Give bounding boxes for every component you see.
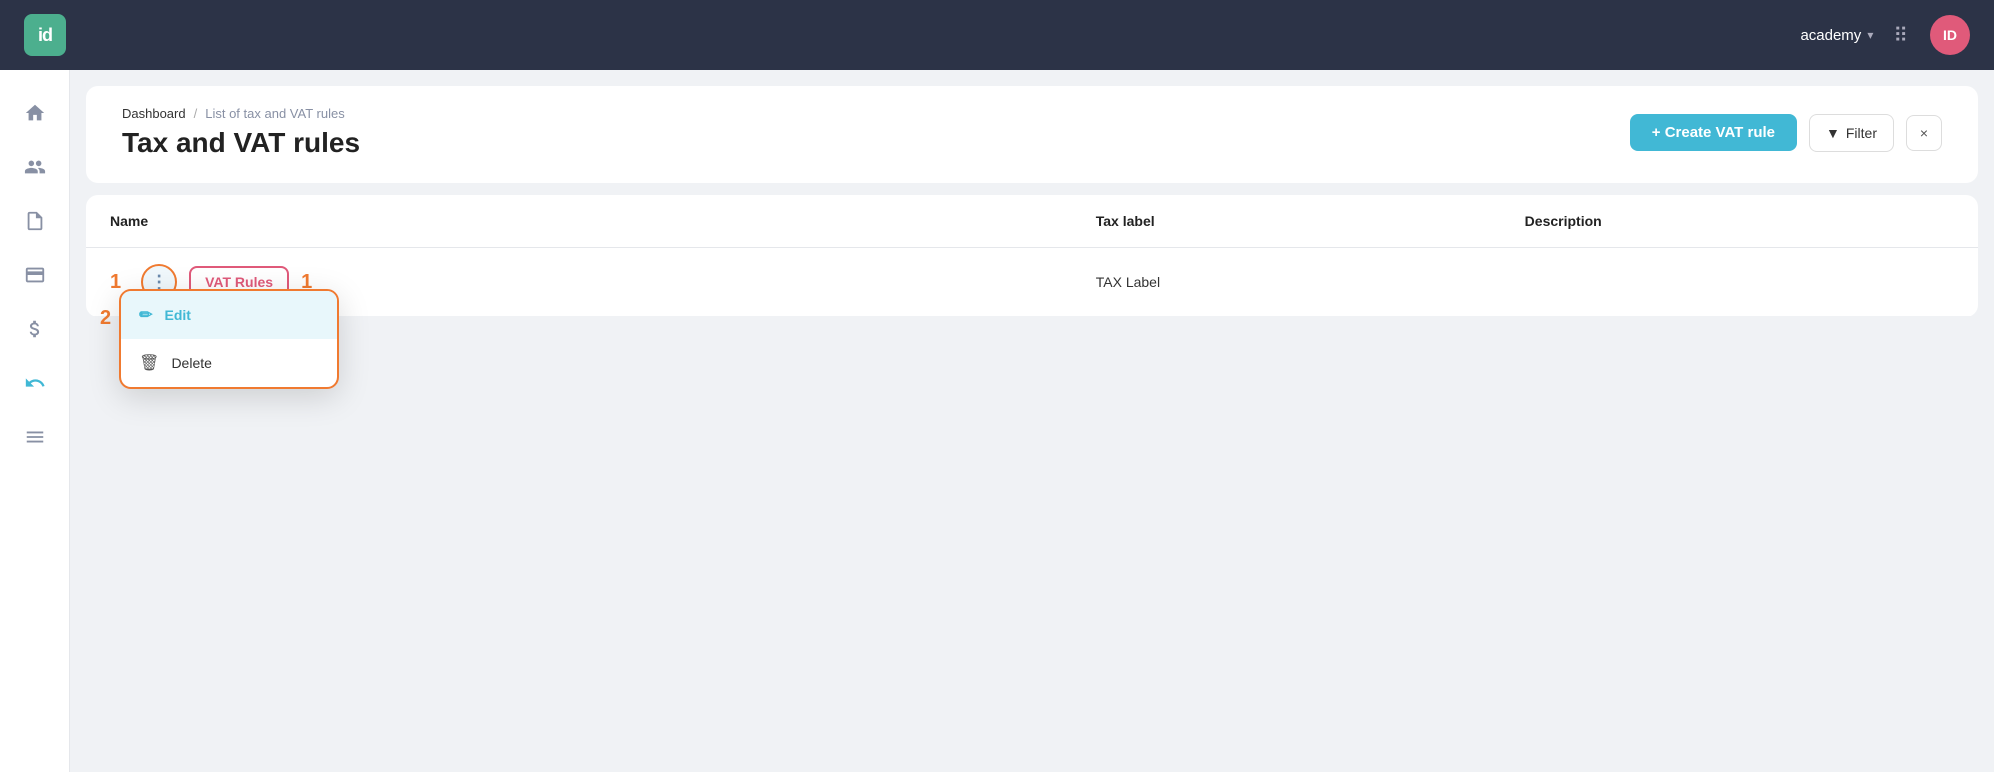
edit-label: Edit — [165, 307, 191, 323]
close-filter-button[interactable]: × — [1906, 115, 1942, 151]
nav-left: id — [24, 14, 66, 56]
main-content: Dashboard / List of tax and VAT rules Ta… — [70, 70, 1994, 772]
sidebar-item-users[interactable] — [12, 144, 58, 190]
table-container: Name Tax label Description 1 ⋮ — [86, 195, 1978, 317]
col-description: Description — [1501, 195, 1978, 248]
nav-right: academy ▾ ⠿ ID — [1800, 15, 1970, 55]
app-logo: id — [24, 14, 66, 56]
sidebar-item-billing[interactable] — [12, 252, 58, 298]
sidebar-item-documents[interactable] — [12, 198, 58, 244]
page-title: Tax and VAT rules — [122, 127, 360, 159]
edit-menu-item[interactable]: ✏ Edit — [121, 291, 337, 339]
sidebar-item-dollar[interactable] — [12, 306, 58, 352]
filter-label: Filter — [1846, 125, 1877, 141]
create-vat-rule-button[interactable]: + Create VAT rule — [1630, 114, 1797, 151]
avatar[interactable]: ID — [1930, 15, 1970, 55]
breadcrumb-separator: / — [194, 106, 198, 121]
edit-icon: ✏ — [139, 305, 152, 325]
col-name: Name — [86, 195, 1072, 248]
chevron-down-icon: ▾ — [1867, 28, 1873, 42]
filter-icon: ▼ — [1826, 125, 1840, 141]
context-dropdown: ✏ Edit 🗑 Delete — [119, 289, 339, 389]
account-selector[interactable]: academy ▾ — [1800, 27, 1873, 44]
header-actions: + Create VAT rule ▼ Filter × — [1630, 114, 1942, 152]
step2-section: 2 ✏ Edit 🗑 Delete — [100, 289, 339, 389]
filter-button[interactable]: ▼ Filter — [1809, 114, 1894, 152]
delete-menu-item[interactable]: 🗑 Delete — [121, 339, 337, 387]
table-header-row: Name Tax label Description — [86, 195, 1978, 248]
delete-label: Delete — [171, 355, 211, 371]
col-tax-label: Tax label — [1072, 195, 1501, 248]
delete-icon: 🗑 — [139, 353, 159, 373]
breadcrumb-current: List of tax and VAT rules — [205, 106, 344, 121]
sidebar — [0, 70, 70, 772]
vat-rules-table: Name Tax label Description 1 ⋮ — [86, 195, 1978, 317]
app-body: Dashboard / List of tax and VAT rules Ta… — [0, 70, 1994, 772]
sidebar-item-reports[interactable] — [12, 414, 58, 460]
sidebar-item-home[interactable] — [12, 90, 58, 136]
title-section: Dashboard / List of tax and VAT rules Ta… — [122, 106, 360, 159]
breadcrumb-home[interactable]: Dashboard — [122, 106, 186, 121]
table-row: 1 ⋮ VAT Rules 1 TAX Label — [86, 248, 1978, 317]
sidebar-item-tax[interactable] — [12, 360, 58, 406]
apps-grid-icon[interactable]: ⠿ — [1893, 23, 1910, 48]
row-description-cell — [1501, 248, 1978, 317]
top-navbar: id academy ▾ ⠿ ID — [0, 0, 1994, 70]
account-name: academy — [1800, 27, 1861, 44]
breadcrumb: Dashboard / List of tax and VAT rules — [122, 106, 360, 121]
step2-indicator: 2 — [100, 307, 111, 330]
page-header: Dashboard / List of tax and VAT rules Ta… — [86, 86, 1978, 183]
row-tax-label-cell: TAX Label — [1072, 248, 1501, 317]
